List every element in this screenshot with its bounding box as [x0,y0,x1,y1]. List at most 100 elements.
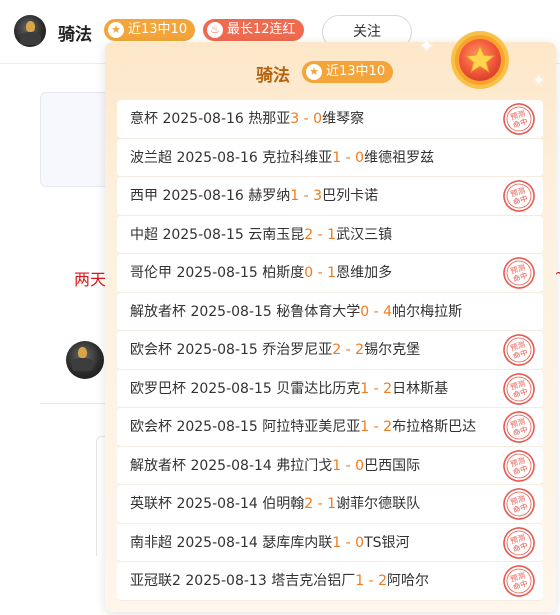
match-league: 解放者杯 [130,303,186,320]
username[interactable]: 骑法 [58,20,92,45]
match-away-score: 3 [313,188,323,204]
match-away-team: 巴列卡诺 [322,188,379,204]
match-away-score: 2 [378,573,387,589]
max-streak-badge[interactable]: ♨ 最长12连红 [203,19,304,41]
flame-icon: ♨ [207,22,223,38]
match-league: 波兰超 [130,149,172,166]
match-row[interactable]: 哥伦甲 2025-08-15 柏斯度0 - 1恩维加多 预测 命中 [117,254,543,293]
score-separator: - [369,380,384,397]
match-away-score: 2 [355,342,365,358]
hit-stamp-icon: 预测命中 [503,372,535,405]
match-home-score: 0 [360,303,370,320]
match-away-score: 0 [355,534,365,551]
match-date: 2025-08-14 [176,534,258,551]
match-home-team: 伯明翰 [262,496,305,512]
match-away-team: 锡尔克堡 [364,342,421,358]
score-separator: - [341,342,356,358]
match-row[interactable]: 解放者杯 2025-08-15 秘鲁体育大学0 - 4帕尔梅拉斯 [117,292,543,331]
match-home-team: 贝雷达比历克 [276,380,361,397]
match-home-score: 3 [290,111,300,127]
match-away-score: 1 [327,496,337,512]
match-row[interactable]: 中超 2025-08-15 云南玉昆2 - 1武汉三镇 [117,215,543,254]
match-home-team: 瑟库库内联 [262,534,333,551]
score-separator: - [369,419,384,435]
score-separator: - [341,149,356,166]
match-date: 2025-08-15 [190,303,272,320]
match-row[interactable]: 欧会杯 2025-08-15 乔治罗尼亚2 - 2锡尔克堡 预测 命中 [117,331,543,370]
match-home-team: 克拉科维亚 [262,149,333,166]
match-league: 中超 [130,226,158,243]
match-date: 2025-08-15 [190,380,272,397]
avatar[interactable] [14,15,46,47]
match-home-score: 0 [304,265,314,281]
comment-avatar[interactable] [66,341,104,379]
match-row[interactable]: 西甲 2025-08-16 赫罗纳1 - 3巴列卡诺 预测 命中 [117,177,543,216]
match-home-score: 2 [304,226,314,243]
divider [40,403,110,404]
match-row[interactable]: 波兰超 2025-08-16 克拉科维亚1 - 0维德祖罗兹 [117,138,543,177]
match-date: 2025-08-16 [162,111,244,127]
match-date: 2025-08-13 [185,573,267,589]
match-away-score: 2 [383,419,393,435]
match-away-team: 维琴察 [322,111,365,127]
match-home-score: 1 [355,573,365,589]
popup-title: 骑法 [256,66,290,86]
star-icon: ★ [306,64,322,80]
match-away-team: 武汉三镇 [336,226,393,243]
match-home-score: 1 [332,457,342,474]
hit-stamp-icon: 预测命中 [503,103,535,135]
match-home-team: 热那亚 [248,111,291,127]
match-away-team: TS银河 [364,534,410,551]
match-away-team: 恩维加多 [336,265,393,281]
match-home-team: 赫罗纳 [248,188,291,204]
match-date: 2025-08-15 [176,419,258,435]
match-date: 2025-08-14 [176,496,258,512]
score-separator: - [299,111,314,127]
match-row[interactable]: 南非超 2025-08-14 瑟库库内联1 - 0TS银河 预测 命中 [117,523,543,562]
match-home-score: 1 [360,419,370,435]
streak-badge-label: 近13中10 [128,22,188,37]
medal-icon [451,31,509,89]
score-separator: - [341,534,356,551]
match-league: 解放者杯 [130,457,186,474]
match-league: 欧会杯 [130,419,172,435]
streak-badge[interactable]: ★ 近13中10 [104,19,196,41]
match-date: 2025-08-15 [176,342,258,358]
match-home-score: 1 [290,188,300,204]
sparkle-icon: ✦ [533,73,545,89]
match-league: 欧会杯 [130,342,172,358]
match-league: 西甲 [130,188,158,204]
score-separator: - [313,496,328,512]
match-home-team: 秘鲁体育大学 [276,303,361,320]
match-row[interactable]: 解放者杯 2025-08-14 弗拉门戈1 - 0巴西国际 预测 命中 [117,446,543,485]
match-row[interactable]: 欧罗巴杯 2025-08-15 贝雷达比历克1 - 2日林斯基 预测 命中 [117,369,543,408]
match-row[interactable]: 亚冠联2 2025-08-13 塔吉克冶铝厂1 - 2阿哈尔 预测 命中 [117,562,543,601]
match-league: 南非超 [130,534,172,551]
match-row[interactable]: 英联杯 2025-08-14 伯明翰2 - 1谢菲尔德联队 预测 命中 [117,485,543,524]
match-away-team: 维德祖罗兹 [364,149,435,166]
match-league: 哥伦甲 [130,265,172,281]
match-home-team: 柏斯度 [262,265,305,281]
match-row[interactable]: 意杯 2025-08-16 热那亚3 - 0维琴察 预测 命中 [117,100,543,139]
popup-streak-badge-label: 近13中10 [326,64,386,79]
match-row[interactable]: 欧会杯 2025-08-15 阿拉特亚美尼亚1 - 2布拉格斯巴达 预测 命中 [117,408,543,447]
match-home-team: 云南玉昆 [248,226,305,243]
match-league: 欧罗巴杯 [130,380,186,397]
match-date: 2025-08-15 [176,265,258,281]
match-away-score: 0 [313,111,323,127]
hit-stamp-icon: 预测命中 [503,526,535,559]
match-list: 意杯 2025-08-16 热那亚3 - 0维琴察 预测 命中 波兰超 2025-08… [117,100,543,601]
match-date: 2025-08-16 [162,188,244,204]
match-league: 亚冠联2 [130,573,181,589]
max-streak-badge-label: 最长12连红 [227,22,296,37]
match-home-score: 1 [360,380,370,397]
match-home-team: 弗拉门戈 [276,457,333,474]
match-home-score: 1 [332,534,342,551]
background-text: 两天 [74,270,107,289]
match-home-team: 阿拉特亚美尼亚 [262,419,361,435]
score-separator: - [313,226,328,243]
score-separator: - [313,265,328,281]
match-date: 2025-08-15 [162,226,244,243]
popup-streak-badge: ★ 近13中10 [302,61,394,83]
hit-stamp-icon: 预测命中 [503,488,535,520]
